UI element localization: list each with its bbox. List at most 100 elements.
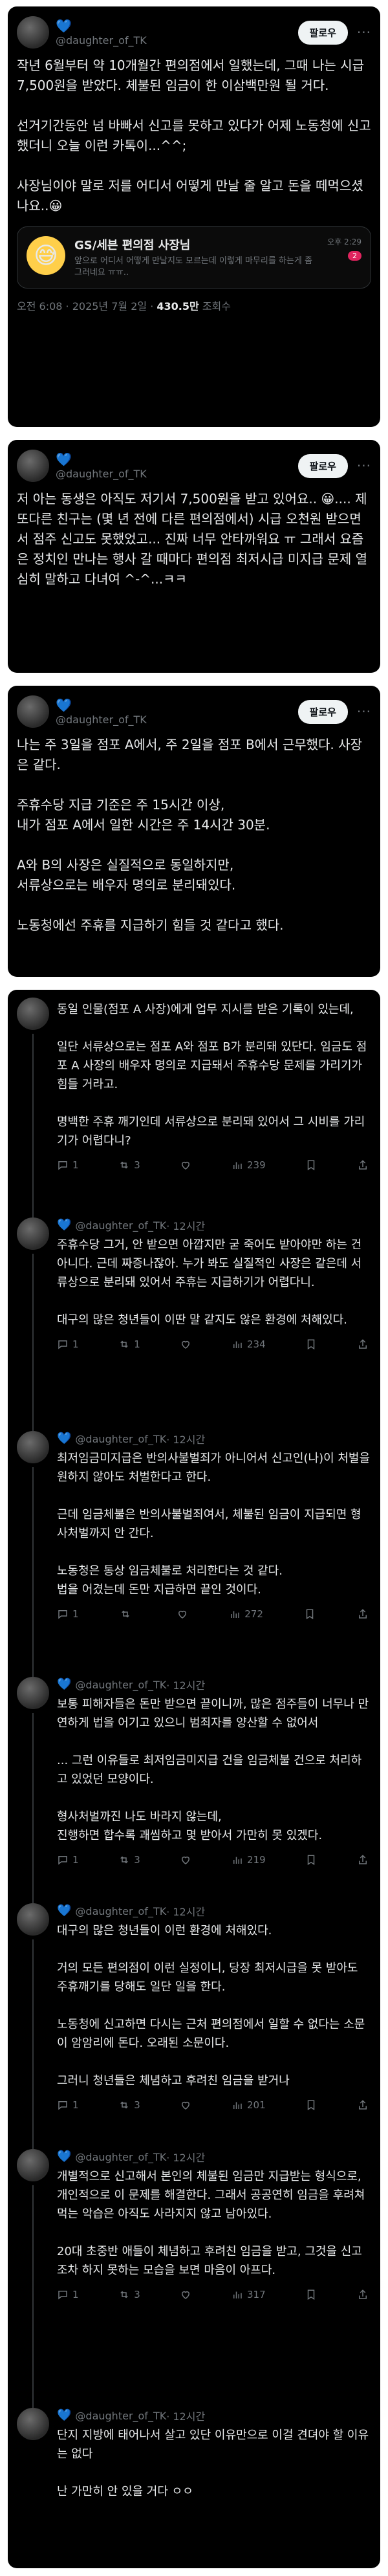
view-count: 219	[247, 1854, 266, 1866]
more-icon[interactable]: ···	[357, 458, 371, 474]
author-handle[interactable]: @daughter_of_TK	[75, 1219, 166, 1232]
avatar[interactable]	[17, 16, 49, 49]
follow-button[interactable]: 팔로우	[297, 20, 348, 45]
tweet-timestamp[interactable]: 오전 6:08 · 2025년 7월 2일 ·	[17, 300, 156, 312]
share-icon	[358, 1160, 367, 1170]
share-button[interactable]	[357, 2289, 369, 2300]
views-button[interactable]: 317	[232, 2289, 266, 2300]
retweet-button[interactable]: 1	[118, 1338, 140, 1350]
reply-button[interactable]: 1	[57, 1854, 79, 1866]
reply-button[interactable]: 1	[57, 2289, 79, 2300]
author-handle[interactable]: @daughter_of_TK	[75, 1433, 166, 1445]
thread-line	[32, 1713, 34, 1903]
author-handle[interactable]: @daughter_of_TK	[75, 2410, 166, 2422]
share-button[interactable]	[357, 1608, 369, 1620]
like-button[interactable]	[180, 1159, 191, 1171]
bookmark-button[interactable]	[305, 1338, 317, 1350]
author-handle[interactable]: @daughter_of_TK	[56, 468, 147, 480]
like-button[interactable]	[180, 1854, 191, 1866]
thread-line	[32, 2185, 34, 2408]
avatar[interactable]	[17, 1903, 49, 1936]
like-icon	[178, 1610, 186, 1619]
reply-item[interactable]: 💙 @daughter_of_TK · 12시간 주휴수당 그거, 안 받으면 아…	[8, 1210, 380, 1431]
author-handle[interactable]: @daughter_of_TK	[75, 1905, 166, 1917]
retweet-button[interactable]: 3	[118, 1159, 140, 1171]
retweet-button[interactable]	[120, 1608, 135, 1620]
author-handle[interactable]: @daughter_of_TK	[75, 2151, 166, 2163]
share-icon	[359, 1609, 367, 1619]
like-button[interactable]	[177, 1608, 188, 1620]
avatar[interactable]	[17, 2149, 49, 2181]
bookmark-button[interactable]	[304, 1608, 316, 1620]
avatar[interactable]	[17, 1677, 49, 1709]
reply-button[interactable]: 1	[57, 1608, 79, 1620]
retweet-icon	[120, 2291, 128, 2298]
view-count: 239	[247, 1159, 266, 1171]
avatar[interactable]	[17, 1431, 49, 1463]
view-count: 234	[247, 1338, 266, 1350]
share-button[interactable]	[357, 1854, 369, 1866]
reply-icon	[58, 2101, 67, 2110]
reply-item[interactable]: 💙 @daughter_of_TK · 12시간 개별적으로 신고해서 본인의 체…	[8, 2141, 380, 2408]
view-count: 317	[247, 2289, 266, 2300]
avatar[interactable]	[17, 450, 49, 482]
reply-item[interactable]: 💙 @daughter_of_TK · 12시간 보통 피해자들은 돈만 받으면 …	[8, 1669, 380, 1903]
reply-count: 1	[72, 1608, 79, 1620]
like-button[interactable]	[180, 1338, 191, 1350]
thread-line	[32, 1939, 34, 2149]
view-count: 430.5만	[156, 300, 199, 312]
like-button[interactable]	[180, 2099, 191, 2111]
heart-icon: 💙	[57, 1432, 72, 1445]
bookmark-button[interactable]	[305, 1854, 317, 1866]
tweet-card-1: 💙 @daughter_of_TK 팔로우 ··· 작년 6월부터 약 10개월…	[8, 6, 380, 427]
author-handle[interactable]: @daughter_of_TK	[75, 1679, 166, 1691]
retweet-button[interactable]: 3	[118, 2289, 140, 2300]
retweet-icon	[120, 2101, 128, 2109]
avatar[interactable]	[17, 998, 49, 1030]
views-icon	[231, 1611, 239, 1618]
bookmark-button[interactable]	[305, 2099, 317, 2111]
share-button[interactable]	[357, 1159, 369, 1171]
share-button[interactable]	[357, 1338, 369, 1350]
avatar[interactable]	[17, 2408, 49, 2440]
reply-item[interactable]: 💙 @daughter_of_TK · 12시간 대구의 많은 청년들이 이런 환…	[8, 1895, 380, 2149]
reply-item[interactable]: 동일 인물(점포 A 사장)에게 업무 지시를 받은 기록이 있는데, 일단 서…	[8, 990, 380, 1217]
share-button[interactable]	[357, 2099, 369, 2111]
bookmark-button[interactable]	[305, 1159, 317, 1171]
tweet-text: 나는 주 3일을 점포 A에서, 주 2일을 점포 B에서 근무했다. 사장은 …	[17, 737, 362, 933]
retweet-button[interactable]: 3	[118, 2099, 140, 2111]
notification-time: 오후 2:29	[327, 237, 361, 246]
reply-button[interactable]: 1	[57, 1338, 79, 1350]
more-icon[interactable]: ···	[357, 25, 371, 40]
retweet-count: 3	[134, 2289, 140, 2300]
retweet-button[interactable]: 3	[118, 1854, 140, 1866]
reply-time: · 12시간	[166, 1220, 206, 1232]
author-handle[interactable]: @daughter_of_TK	[56, 34, 147, 47]
bookmark-icon	[308, 1160, 315, 1171]
reply-item[interactable]: 💙 @daughter_of_TK · 12시간 단지 지방에 태어나서 살고 있…	[8, 2400, 380, 2529]
bookmark-icon	[308, 1855, 315, 1866]
reply-button[interactable]: 1	[57, 2099, 79, 2111]
avatar[interactable]	[17, 1217, 49, 1250]
avatar[interactable]	[17, 695, 49, 728]
author-handle[interactable]: @daughter_of_TK	[56, 714, 147, 726]
follow-button[interactable]: 팔로우	[297, 699, 348, 724]
views-button[interactable]: 219	[232, 1854, 266, 1866]
more-icon[interactable]: ···	[357, 704, 371, 719]
follow-button[interactable]: 팔로우	[297, 453, 348, 478]
reply-item[interactable]: 💙 @daughter_of_TK · 12시간 최저임금미지급은 반의사불벌죄가…	[8, 1423, 380, 1677]
views-button[interactable]: 272	[229, 1608, 263, 1620]
views-button[interactable]: 234	[232, 1338, 266, 1350]
share-icon	[358, 2289, 367, 2299]
reply-button[interactable]: 1	[57, 1159, 79, 1171]
like-button[interactable]	[180, 2289, 191, 2300]
retweet-count: 3	[134, 2099, 140, 2111]
reply-thread: 동일 인물(점포 A 사장)에게 업무 지시를 받은 기록이 있는데, 일단 서…	[8, 990, 380, 2568]
views-button[interactable]: 239	[232, 1159, 266, 1171]
heart-icon: 💙	[57, 1677, 72, 1691]
retweet-icon	[120, 1161, 128, 1169]
views-button[interactable]: 201	[232, 2099, 266, 2111]
views-icon	[233, 2291, 242, 2298]
bookmark-button[interactable]	[305, 2289, 317, 2300]
reply-text: 주휴수당 그거, 안 받으면 아깝지만 굳 죽어도 받아야만 하는 건 아니다.…	[57, 1238, 362, 1327]
